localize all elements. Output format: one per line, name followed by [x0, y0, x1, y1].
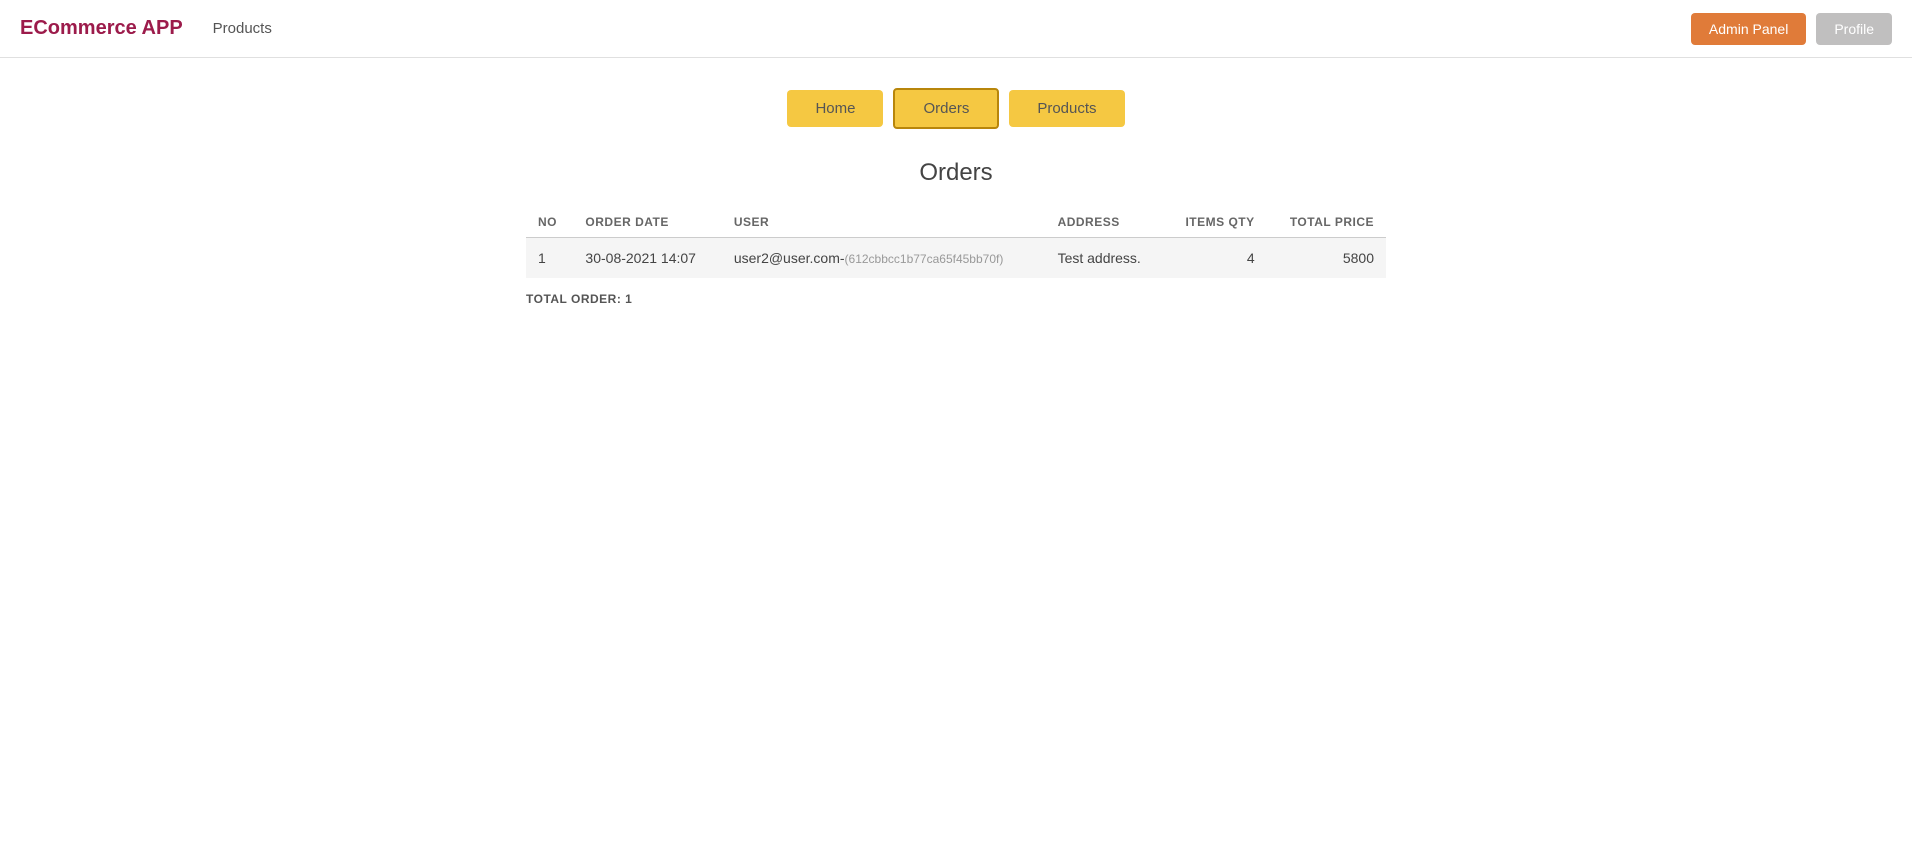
col-no: NO	[526, 207, 573, 238]
table-header: NO ORDER DATE USER ADDRESS ITEMS QTY TOT…	[526, 207, 1386, 238]
tab-home[interactable]: Home	[787, 90, 883, 127]
orders-section: Orders NO ORDER DATE USER ADDRESS ITEMS …	[506, 159, 1406, 306]
cell-total-price: 5800	[1267, 238, 1386, 279]
tab-orders[interactable]: Orders	[893, 88, 999, 129]
navbar: ECommerce APP Products Admin Panel Profi…	[0, 0, 1912, 58]
cell-user: user2@user.com-(612cbbcc1b77ca65f45bb70f…	[722, 238, 1046, 279]
col-user: USER	[722, 207, 1046, 238]
admin-panel-button[interactable]: Admin Panel	[1691, 13, 1806, 45]
col-address: ADDRESS	[1046, 207, 1164, 238]
navbar-left: ECommerce APP Products	[20, 17, 272, 40]
cell-address: Test address.	[1046, 238, 1164, 279]
tab-products[interactable]: Products	[1009, 90, 1124, 127]
total-order-label: TOTAL ORDER: 1	[526, 292, 1386, 306]
tab-navigation: Home Orders Products	[0, 88, 1912, 129]
cell-items-qty: 4	[1164, 238, 1267, 279]
cell-no: 1	[526, 238, 573, 279]
col-items-qty: ITEMS QTY	[1164, 207, 1267, 238]
orders-title: Orders	[526, 159, 1386, 187]
nav-link-products[interactable]: Products	[213, 20, 272, 37]
table-body: 130-08-2021 14:07user2@user.com-(612cbbc…	[526, 238, 1386, 279]
col-order-date: ORDER DATE	[573, 207, 721, 238]
cell-order-date: 30-08-2021 14:07	[573, 238, 721, 279]
orders-table: NO ORDER DATE USER ADDRESS ITEMS QTY TOT…	[526, 207, 1386, 278]
table-row[interactable]: 130-08-2021 14:07user2@user.com-(612cbbc…	[526, 238, 1386, 279]
profile-button[interactable]: Profile	[1816, 13, 1892, 45]
brand-logo[interactable]: ECommerce APP	[20, 17, 183, 40]
col-total-price: TOTAL PRICE	[1267, 207, 1386, 238]
navbar-right: Admin Panel Profile	[1691, 13, 1892, 45]
